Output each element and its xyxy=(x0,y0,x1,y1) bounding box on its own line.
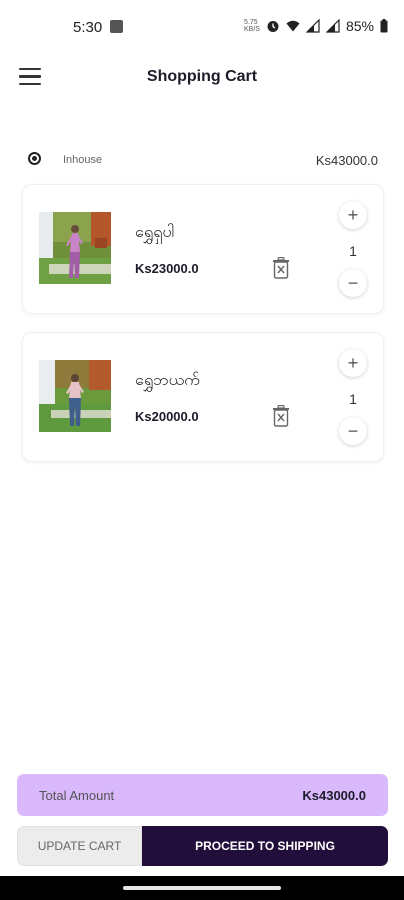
product-image[interactable] xyxy=(39,212,111,284)
item-name: ရွှေဘယက် xyxy=(135,372,200,389)
delete-icon[interactable] xyxy=(272,405,290,427)
seller-name: Inhouse xyxy=(63,154,103,166)
signal-icon-1 xyxy=(305,19,320,33)
decrease-quantity-button[interactable]: − xyxy=(339,417,367,445)
seller-row: Inhouse Ks43000.0 xyxy=(0,148,404,172)
signal-icon-2 xyxy=(325,19,340,33)
status-icons: 5.75 KB/S 85% xyxy=(244,18,388,34)
status-time: 5:30 xyxy=(73,19,103,36)
home-gesture-handle[interactable] xyxy=(123,886,281,890)
item-price: Ks23000.0 xyxy=(135,261,199,276)
total-amount-label: Total Amount xyxy=(39,788,115,803)
network-speed: 5.75 KB/S xyxy=(244,19,260,33)
total-amount-bar: Total Amount Ks43000.0 xyxy=(17,774,388,816)
alarm-icon xyxy=(267,21,279,32)
navigation-bar xyxy=(0,876,404,900)
seller-total: Ks43000.0 xyxy=(315,153,378,168)
network-speed-value: 5.75 xyxy=(244,19,258,26)
decrease-quantity-button[interactable]: − xyxy=(339,269,367,297)
increase-quantity-button[interactable]: + xyxy=(339,349,367,377)
item-name: ရွှေရှပါ xyxy=(135,224,175,241)
delete-icon[interactable] xyxy=(272,257,290,279)
cart-actions: UPDATE CART PROCEED TO SHIPPING xyxy=(17,826,388,866)
cart-item: ရွှေဘယက် Ks20000.0 + 1 − xyxy=(22,332,384,462)
cart-item: ရွှေရှပါ Ks23000.0 + 1 − xyxy=(22,184,384,314)
quantity-value: 1 xyxy=(349,243,357,259)
total-amount-value: Ks43000.0 xyxy=(302,788,366,803)
product-image[interactable] xyxy=(39,360,111,432)
gallery-notification-icon xyxy=(110,20,123,33)
proceed-to-shipping-button[interactable]: PROCEED TO SHIPPING xyxy=(142,826,388,866)
wifi-icon xyxy=(286,20,300,32)
page-title: Shopping Cart xyxy=(146,68,258,85)
quantity-value: 1 xyxy=(349,391,357,407)
status-bar: 5:30 5.75 KB/S 85% xyxy=(0,0,404,52)
network-speed-unit: KB/S xyxy=(244,26,260,33)
increase-quantity-button[interactable]: + xyxy=(339,201,367,229)
battery-icon xyxy=(380,19,388,33)
battery-percent: 85% xyxy=(345,18,374,34)
item-price: Ks20000.0 xyxy=(135,409,199,424)
update-cart-button[interactable]: UPDATE CART xyxy=(17,826,142,866)
seller-radio[interactable] xyxy=(28,152,41,165)
